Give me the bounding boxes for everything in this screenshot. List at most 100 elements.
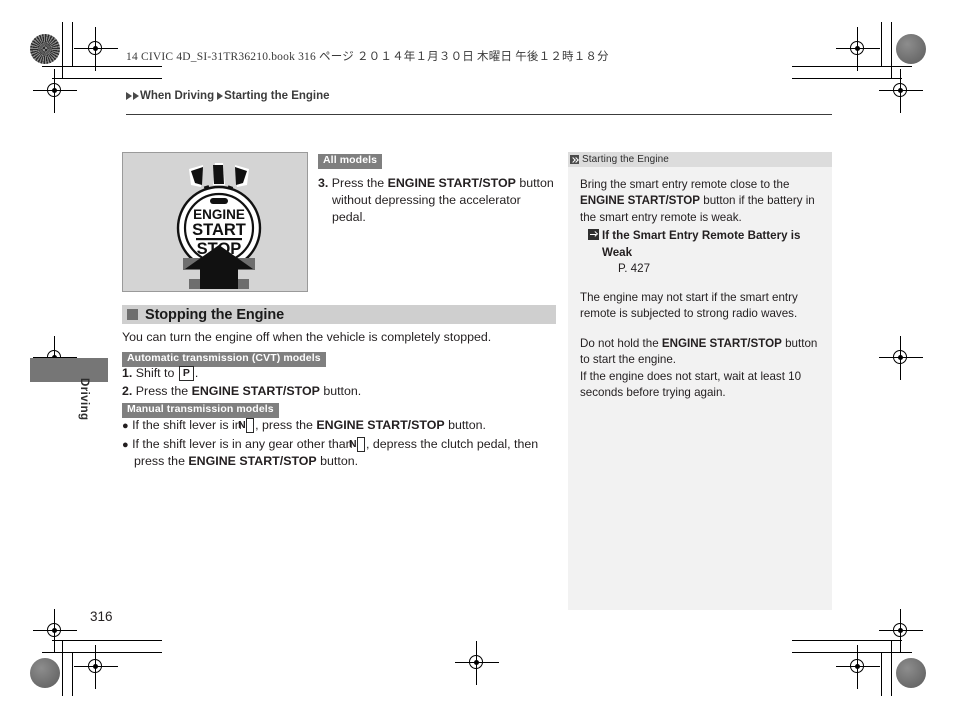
registration-target [836,27,880,71]
automatic-step-1-text-after: . [194,366,199,380]
sidebar-p3-bold: ENGINE START/STOP [661,336,782,350]
triangle-right-icon [126,92,132,100]
gear-indicator-p: P [178,366,194,382]
sidebar-body: Bring the smart entry remote close to th… [568,167,832,402]
triangle-right-icon [133,92,139,100]
sidebar-p1-before: Bring the smart entry remote close to th… [580,178,790,191]
automatic-step-2-text-after: button. [319,383,362,398]
crop-mark-line [72,22,74,66]
manual-bullets: ● If the shift lever is in N, press the … [122,417,556,472]
step-3-number: 3. [318,175,329,190]
section-lead-text: You can turn the engine off when the veh… [122,330,492,344]
automatic-step-2-text-before: Press the [135,383,192,398]
registration-target [879,609,923,653]
registration-target [33,69,77,113]
step-3-text-before: Press the [331,175,388,190]
halftone-target [30,658,60,688]
halftone-target [30,34,60,64]
sidebar-paragraph-1: Bring the smart entry remote close to th… [580,177,818,226]
section-heading-stopping-the-engine: Stopping the Engine [122,305,556,324]
crop-mark-line [881,652,883,696]
manual-bullet-2-text-after: button. [316,454,359,469]
manual-bullet-1-text-before: If the shift lever is in [132,418,246,432]
registration-target [74,645,118,689]
manual-bullet-1-text-after: button. [444,418,486,432]
registration-target [879,336,923,380]
svg-text:START: START [192,221,246,239]
automatic-step-2-bold: ENGINE START/STOP [191,383,320,398]
engine-start-stop-illustration: ENGINE START STOP [122,152,308,292]
thumb-tab-label: Driving [78,378,90,421]
sidebar-paragraph-4: If the engine does not start, wait at le… [580,369,802,400]
automatic-step-1: 1. Shift to P. [122,365,556,383]
crop-mark-line [792,652,912,654]
automatic-step-1-number: 1. [122,366,133,380]
sidebar-paragraph-2: The engine may not start if the smart en… [580,291,798,321]
step-3-bold: ENGINE START/STOP [387,175,516,190]
sidebar-header: Starting the Engine [568,152,832,167]
jump-arrow-icon [588,229,599,241]
registration-target [455,641,499,685]
crop-mark-line [72,652,74,696]
halftone-target [896,34,926,64]
square-bullet-icon [127,309,138,320]
gear-indicator-n: N [238,418,255,434]
crop-mark-line [891,22,893,78]
crop-mark-line [792,640,902,642]
crop-mark-line [62,22,64,78]
registration-target [33,609,77,653]
crop-mark-line [52,78,162,80]
engine-button-graphic: ENGINE START STOP [176,163,262,289]
sidebar-p1-bold: ENGINE START/STOP [580,194,701,208]
sidebar-header-title: Starting the Engine [582,154,669,165]
bullet-dot-icon: ● [122,420,129,432]
svg-text:ENGINE: ENGINE [193,207,245,222]
sidebar-note-panel: Starting the Engine Bring the smart entr… [568,152,832,610]
breadcrumb-divider [126,114,832,116]
print-job-header: 14 CIVIC 4D_SI-31TR36210.book 316 ページ ２０… [126,51,609,63]
breadcrumb-item-starting-the-engine[interactable]: Starting the Engine [224,90,329,102]
automatic-steps: 1. Shift to P. 2. Press the ENGINE START… [122,365,556,400]
tag-all-models: All models [318,153,383,169]
crop-mark-line [891,640,893,696]
crop-mark-line [881,22,883,66]
double-chevron-right-icon [570,155,579,164]
step-3-block: All models 3. Press the ENGINE START/STO… [318,150,556,226]
section-title: Stopping the Engine [145,306,285,323]
sidebar-p3-before: Do not hold the [580,336,662,350]
manual-bullet-1-bold: ENGINE START/STOP [316,418,445,432]
automatic-step-2-number: 2. [122,383,133,398]
automatic-step-1-text-before: Shift to [135,366,178,380]
thumb-tab-block [30,358,108,382]
manual-bullet-2: ● If the shift lever is in any gear othe… [122,436,556,471]
registration-target [879,69,923,113]
automatic-step-2: 2. Press the ENGINE START/STOP button. [122,383,556,401]
sidebar-paragraph-3: Do not hold the ENGINE START/STOP button… [580,336,818,369]
crop-mark-line [42,652,162,654]
step-3-text: 3. Press the ENGINE START/STOP button wi… [318,175,556,226]
registration-target [836,645,880,689]
manual-bullet-1: ● If the shift lever is in N, press the … [122,417,556,435]
manual-bullet-2-bold: ENGINE START/STOP [188,454,317,469]
gear-indicator-n: N [349,436,365,452]
tag-automatic-transmission-wrap: Automatic transmission (CVT) models [122,348,326,367]
sidebar-reference-page[interactable]: P. 427 [602,261,818,277]
manual-bullet-2-text-before: If the shift lever is in any gear other … [132,436,356,451]
crop-mark-line [52,640,162,642]
tag-manual-transmission-wrap: Manual transmission models [122,399,279,418]
crop-mark-line [792,78,902,80]
breadcrumb-item-when-driving[interactable]: When Driving [140,90,214,102]
sidebar-cross-reference[interactable]: If the Smart Entry Remote Battery is Wea… [580,228,818,277]
bullet-dot-icon: ● [122,438,129,451]
triangle-right-icon [217,92,224,100]
breadcrumb: When Driving Starting the Engine [126,90,330,102]
crop-mark-line [62,640,64,696]
crop-mark-line [792,66,912,68]
sidebar-reference-title: If the Smart Entry Remote Battery is Wea… [602,229,801,259]
halftone-target [896,658,926,688]
tag-manual-transmission: Manual transmission models [122,402,279,418]
page-number: 316 [90,609,113,624]
crop-mark-line [42,66,162,68]
